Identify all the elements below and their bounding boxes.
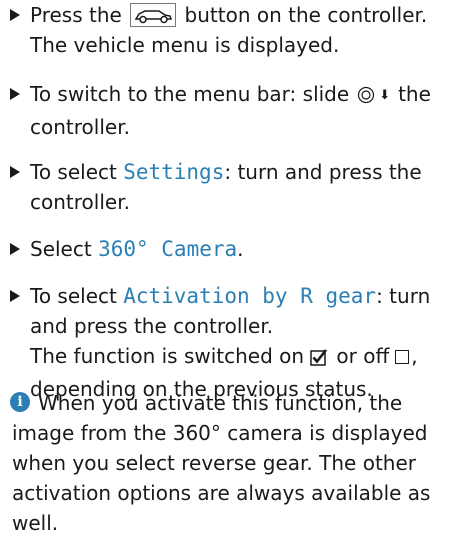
unchecked-box-icon	[395, 350, 410, 364]
step-3: To select Settings: turn and press the c…	[10, 157, 452, 217]
step-5-line-3: The function is switched on or off,	[10, 341, 452, 374]
info-line-1: When you activate this function, the	[38, 391, 403, 415]
step-1-line-1: Press the button on the controller.	[30, 3, 428, 27]
step-3-line-2: controller.	[30, 190, 130, 214]
step-2-line-2: controller.	[30, 115, 130, 139]
bullet-icon	[10, 88, 20, 100]
keyword-settings: Settings	[123, 160, 225, 184]
checked-box-icon	[310, 344, 328, 374]
step-5-line-1: To select Activation by R gear: turn	[30, 284, 431, 308]
car-button-icon	[130, 3, 177, 27]
bullet-icon	[10, 243, 20, 255]
bullet-icon	[10, 166, 20, 178]
step-3-line-1: To select Settings: turn and press the	[30, 160, 422, 184]
keyword-activation-by-r-gear: Activation by R gear	[123, 284, 377, 308]
step-5-line-2: and press the controller.	[30, 314, 274, 338]
info-icon: i	[10, 392, 30, 412]
step-4: Select 360° Camera.	[10, 234, 452, 264]
bullet-icon	[10, 9, 20, 21]
step-4-line-1: Select 360° Camera.	[30, 237, 244, 261]
info-rest: image from the 360° camera is displayed …	[12, 421, 431, 535]
down-arrow-icon: ⬇	[379, 88, 391, 103]
controller-icon	[357, 82, 375, 112]
step-1: Press the button on the controller. The …	[10, 0, 452, 60]
keyword-360-camera: 360° Camera	[98, 237, 238, 261]
bullet-icon	[10, 290, 20, 302]
step-1-line-2: The vehicle menu is displayed.	[30, 33, 340, 57]
step-5: To select Activation by R gear: turn and…	[10, 281, 452, 404]
info-note: i When you activate this function, the i…	[10, 388, 452, 538]
instruction-page: Press the button on the controller. The …	[0, 0, 460, 535]
step-2-line-1: To switch to the menu bar: slide ⬇ the	[10, 79, 452, 112]
step-2: To switch to the menu bar: slide ⬇ the con…	[10, 79, 452, 142]
